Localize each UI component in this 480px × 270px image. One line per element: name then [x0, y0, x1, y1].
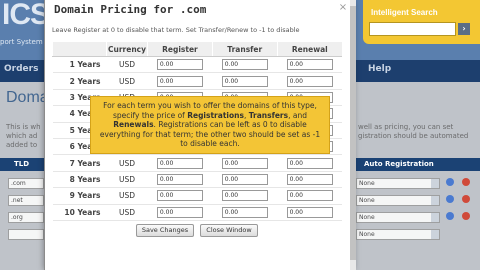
renewal-price-cell: 0.00 [277, 56, 342, 74]
auto-registration-select[interactable]: None [356, 229, 440, 240]
renewal-price-input[interactable]: 0.00 [286, 59, 333, 71]
tld-input[interactable]: .com [8, 178, 44, 189]
intro-text-line: This is wh [6, 123, 41, 131]
transfer-price-input[interactable]: 0.00 [221, 75, 268, 87]
tld-input[interactable]: .net [8, 195, 44, 206]
term-label: 8 Years [52, 171, 107, 189]
logo: ICS [2, 0, 50, 31]
register-price-input[interactable]: 0.00 [156, 173, 203, 185]
close-icon[interactable]: × [338, 3, 348, 13]
column-header-term [52, 42, 107, 57]
delete-icon[interactable] [462, 195, 470, 203]
auto-registration-select[interactable]: None [356, 212, 440, 223]
register-price-cell: 0.00 [147, 187, 213, 205]
renewal-price-input[interactable]: 0.00 [286, 173, 333, 185]
term-label: 2 Years [52, 72, 107, 90]
term-label: 1 Years [52, 56, 107, 74]
currency-cell: USD [106, 154, 148, 172]
tooltip-transfers: Transfers [248, 110, 289, 120]
column-header-currency: Currency [105, 42, 148, 57]
move-up-icon[interactable] [446, 195, 454, 203]
pricing-row: 1 Years USD 0.00 0.00 0.00 [52, 56, 342, 74]
register-price-cell: 0.00 [147, 204, 213, 221]
column-header-register: Register [147, 42, 213, 57]
intro-text-line: added to [6, 141, 38, 149]
transfer-price-input[interactable]: 0.00 [221, 157, 268, 169]
term-label: 9 Years [52, 187, 107, 205]
right-text-line: gistration should be automated [358, 132, 469, 140]
tooltip-registrations: Registrations [187, 110, 244, 120]
register-price-cell: 0.00 [147, 154, 213, 172]
currency-cell: USD [106, 171, 148, 189]
renewal-price-input[interactable]: 0.00 [286, 206, 333, 218]
close-window-button[interactable]: Close Window [200, 224, 258, 237]
help-tooltip: For each term you wish to offer the doma… [90, 96, 330, 154]
move-up-icon[interactable] [446, 212, 454, 220]
transfer-price-cell: 0.00 [212, 171, 278, 189]
renewal-price-cell: 0.00 [277, 187, 342, 205]
search-go-button[interactable]: › [458, 23, 470, 35]
pricing-row: 8 Years USD 0.00 0.00 0.00 [52, 171, 342, 189]
transfer-price-input[interactable]: 0.00 [221, 173, 268, 185]
renewal-price-cell: 0.00 [277, 154, 342, 172]
currency-cell: USD [106, 187, 148, 205]
column-header-transfer: Transfer [211, 42, 278, 57]
register-price-input[interactable]: 0.00 [156, 59, 203, 71]
renewal-price-cell: 0.00 [277, 171, 342, 189]
right-text-line: well as pricing, you can set [358, 123, 454, 131]
term-label: 7 Years [52, 154, 107, 172]
tooltip-renewals: Renewals [113, 120, 154, 129]
register-price-cell: 0.00 [147, 171, 213, 189]
transfer-price-input[interactable]: 0.00 [221, 190, 268, 202]
save-changes-button[interactable]: Save Changes [136, 224, 194, 237]
transfer-price-input[interactable]: 0.00 [221, 59, 268, 71]
nav-orders[interactable]: Orders [4, 64, 38, 74]
register-price-input[interactable]: 0.00 [156, 75, 203, 87]
term-label: 10 Years [52, 204, 107, 221]
transfer-price-cell: 0.00 [212, 72, 278, 90]
currency-cell: USD [106, 204, 148, 221]
modal-scroll-thumb[interactable] [350, 6, 356, 260]
delete-icon[interactable] [462, 178, 470, 186]
register-price-input[interactable]: 0.00 [156, 157, 203, 169]
column-header-tld: TLD [0, 158, 44, 171]
transfer-price-cell: 0.00 [212, 154, 278, 172]
tld-input[interactable]: .org [8, 212, 44, 223]
modal-title: Domain Pricing for .com [54, 3, 207, 16]
auto-registration-select[interactable]: None [356, 195, 440, 206]
auto-registration-select[interactable]: None [356, 178, 440, 189]
transfer-price-cell: 0.00 [212, 204, 278, 221]
renewal-price-cell: 0.00 [277, 204, 342, 221]
renewal-price-cell: 0.00 [277, 72, 342, 90]
transfer-price-cell: 0.00 [212, 187, 278, 205]
register-price-cell: 0.00 [147, 72, 213, 90]
register-price-input[interactable]: 0.00 [156, 190, 203, 202]
column-header-auto-registration: Auto Registration [356, 158, 480, 171]
transfer-price-input[interactable]: 0.00 [221, 206, 268, 218]
column-header-renewal: Renewal [276, 42, 342, 57]
renewal-price-input[interactable]: 0.00 [286, 157, 333, 169]
intelligent-search-input[interactable] [369, 22, 456, 36]
transfer-price-cell: 0.00 [212, 56, 278, 74]
pricing-row: 7 Years USD 0.00 0.00 0.00 [52, 154, 342, 172]
register-price-input[interactable]: 0.00 [156, 206, 203, 218]
delete-icon[interactable] [462, 212, 470, 220]
nav-help[interactable]: Help [368, 64, 391, 74]
renewal-price-input[interactable]: 0.00 [286, 190, 333, 202]
modal-instructions: Leave Register at 0 to disable that term… [52, 26, 300, 34]
register-price-cell: 0.00 [147, 56, 213, 74]
tld-input[interactable] [8, 229, 44, 240]
intro-text-line: which ad [6, 132, 38, 140]
pricing-row: 9 Years USD 0.00 0.00 0.00 [52, 187, 342, 205]
renewal-price-input[interactable]: 0.00 [286, 75, 333, 87]
move-up-icon[interactable] [446, 178, 454, 186]
currency-cell: USD [106, 56, 148, 74]
intelligent-search-label: Intelligent Search [371, 8, 438, 17]
pricing-row: 2 Years USD 0.00 0.00 0.00 [52, 72, 342, 90]
tooltip-separator: , and [288, 110, 307, 120]
currency-cell: USD [106, 72, 148, 90]
logo-tagline: port System [0, 38, 43, 46]
pricing-row: 10 Years USD 0.00 0.00 0.00 [52, 204, 342, 221]
